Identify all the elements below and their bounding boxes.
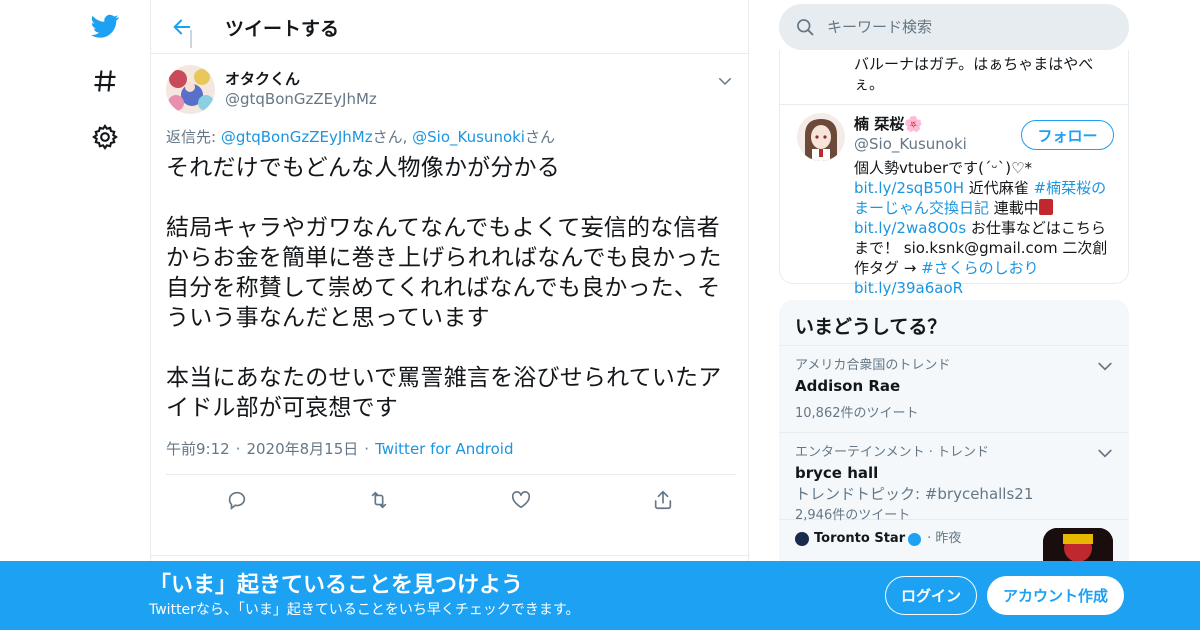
tweet-column: ツイートする オタクくん @gtqBonGzZEyJhMz 返信先: @gtqB… xyxy=(150,0,750,630)
tweet-source[interactable]: Twitter for Android xyxy=(375,440,513,458)
bio-link[interactable]: bit.ly/39a6aoR xyxy=(854,279,963,297)
author-handle[interactable]: @gtqBonGzZEyJhMz xyxy=(225,89,377,109)
book-emoji-icon xyxy=(1038,199,1053,215)
share-icon[interactable] xyxy=(650,487,676,513)
follow-button[interactable]: フォロー xyxy=(1021,120,1114,150)
trend-category: エンターテインメント · トレンド xyxy=(795,445,990,460)
left-nav xyxy=(0,0,150,630)
reply-prefix: 返信先: xyxy=(166,128,221,146)
hashtag-icon[interactable] xyxy=(88,64,122,98)
reply-suffix: さん, xyxy=(372,128,413,146)
search-icon xyxy=(797,19,814,36)
divider xyxy=(780,104,1128,105)
reply-to: 返信先: @gtqBonGzZEyJhMzさん, @Sio_Kusunokiさん xyxy=(166,127,736,147)
page-title: ツイートする xyxy=(225,18,340,40)
login-button[interactable]: ログイン xyxy=(885,576,977,615)
trend-name: Addison Rae xyxy=(795,377,901,395)
twitter-bird-icon[interactable] xyxy=(88,9,122,43)
divider xyxy=(151,555,750,556)
tweet-author: オタクくん @gtqBonGzZEyJhMz xyxy=(166,64,736,114)
signup-banner: 「いま」起きていることを見つけよう Twitterなら、「いま」起きていることを… xyxy=(0,561,1200,630)
avatar[interactable] xyxy=(797,113,845,161)
trend-item[interactable]: エンターテインメント · トレンド bryce hall トレンドトピック: #… xyxy=(779,433,1129,523)
author-name[interactable]: オタクくん xyxy=(225,69,377,89)
bio-link[interactable]: bit.ly/2wa8O0s xyxy=(854,219,966,237)
previous-bio-text: バルーナはガチ。はぁちゃまはやべぇ。 xyxy=(854,55,1094,93)
profile-handle[interactable]: @Sio_Kusunoki xyxy=(854,134,967,154)
bio-text: 個人勢vtuberです(ˊᵕˋ)♡* xyxy=(854,159,1033,177)
thread-connector-line xyxy=(190,30,192,48)
trend-item[interactable]: アメリカ合衆国のトレンド Addison Rae 10,862件のツイート xyxy=(779,346,1129,433)
meta-separator: · xyxy=(235,440,241,458)
reply-icon[interactable] xyxy=(224,487,250,513)
trends-title: いまどうしてる？ xyxy=(779,300,1129,346)
news-time: · 昨夜 xyxy=(927,531,962,546)
chevron-down-icon[interactable] xyxy=(1095,443,1115,463)
news-logo-icon xyxy=(795,532,809,546)
gear-icon[interactable] xyxy=(88,120,122,154)
heart-icon[interactable] xyxy=(508,487,534,513)
bio-link[interactable]: bit.ly/2sqB50H xyxy=(854,179,964,197)
tweet-header: ツイートする xyxy=(151,0,748,54)
right-sidebar: バルーナはガチ。はぁちゃまはやべぇ。 楠 栞桜🌸 @Sio_Kusunoki フ… xyxy=(779,0,1129,630)
news-source-name: Toronto Star xyxy=(814,531,906,546)
chevron-down-icon[interactable] xyxy=(714,70,736,92)
back-arrow-icon[interactable] xyxy=(167,12,197,42)
bio-text: 連載中 xyxy=(989,199,1039,217)
banner-subtitle: Twitterなら、「いま」起きていることをいち早くチェックできます。 xyxy=(149,602,580,618)
trend-count: 10,862件のツイート xyxy=(795,406,919,421)
trend-name: bryce hall xyxy=(795,464,879,482)
meta-separator: · xyxy=(364,440,370,458)
profile-name[interactable]: 楠 栞桜🌸 xyxy=(854,114,923,134)
reply-user-link[interactable]: @gtqBonGzZEyJhMz xyxy=(221,128,373,146)
tweet-text: それだけでもどんな人物像かが分かる 結局キャラやガワなんてなんでもよくて妄信的な… xyxy=(166,155,722,421)
bio-text: 近代麻雀 xyxy=(963,179,1034,197)
banner-title: 「いま」起きていることを見つけよう xyxy=(149,573,524,598)
retweet-icon[interactable] xyxy=(366,487,392,513)
bio-hashtag[interactable]: #さくらのしおり xyxy=(921,259,1039,277)
tweet-date[interactable]: 2020年8月15日 xyxy=(246,440,358,458)
tweet: オタクくん @gtqBonGzZEyJhMz 返信先: @gtqBonGzZEy… xyxy=(166,64,736,523)
search-input[interactable] xyxy=(827,13,1107,41)
avatar[interactable] xyxy=(166,64,215,114)
trend-category: アメリカ合衆国のトレンド xyxy=(795,358,951,373)
tweet-actions xyxy=(166,475,736,523)
tweet-time[interactable]: 午前9:12 xyxy=(166,440,230,458)
reply-suffix: さん xyxy=(524,128,555,146)
signup-button[interactable]: アカウント作成 xyxy=(987,576,1124,615)
profile-bio: 個人勢vtuberです(ˊᵕˋ)♡* bit.ly/2sqB50H 近代麻雀 #楠… xyxy=(854,158,1116,298)
reply-user-link[interactable]: @Sio_Kusunoki xyxy=(412,128,525,146)
search-bar xyxy=(779,4,1129,50)
trend-topic: トレンドトピック: #brycehalls21 xyxy=(795,485,1034,503)
verified-badge-icon xyxy=(908,532,922,546)
tweet-meta: 午前9:12 · 2020年8月15日 · Twitter for Android xyxy=(166,439,736,459)
profile-card: バルーナはガチ。はぁちゃまはやべぇ。 楠 栞桜🌸 @Sio_Kusunoki フ… xyxy=(779,50,1129,297)
chevron-down-icon[interactable] xyxy=(1095,356,1115,376)
